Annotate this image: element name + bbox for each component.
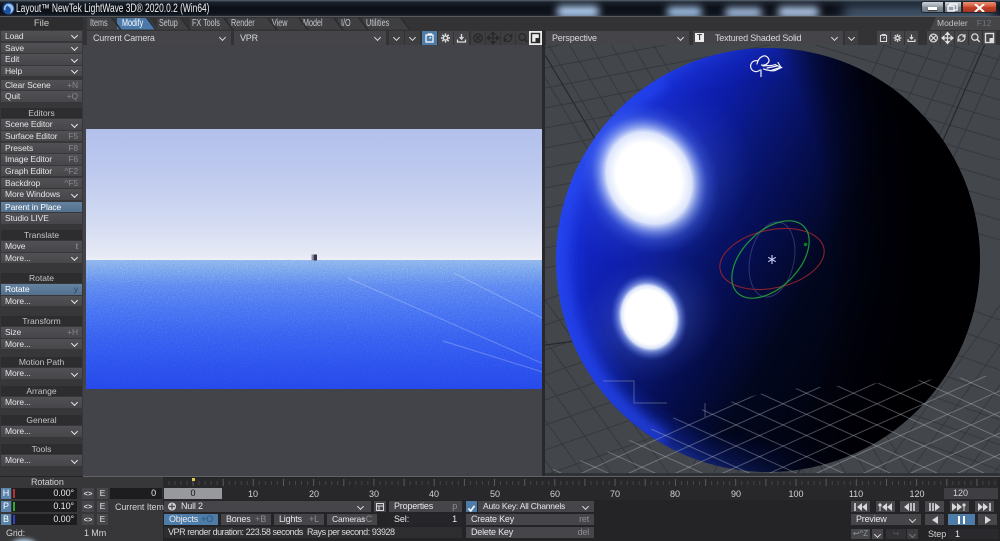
- svg-text:120: 120: [909, 489, 924, 499]
- svg-text:40: 40: [429, 489, 439, 499]
- svg-text:90: 90: [731, 489, 741, 499]
- svg-text:10: 10: [248, 489, 258, 499]
- svg-text:30: 30: [369, 489, 379, 499]
- svg-text:100: 100: [788, 489, 803, 499]
- svg-text:70: 70: [610, 489, 620, 499]
- svg-text:110: 110: [849, 489, 863, 499]
- svg-text:50: 50: [490, 489, 500, 499]
- svg-text:60: 60: [550, 489, 560, 499]
- svg-text:20: 20: [309, 489, 319, 499]
- svg-text:80: 80: [670, 489, 680, 499]
